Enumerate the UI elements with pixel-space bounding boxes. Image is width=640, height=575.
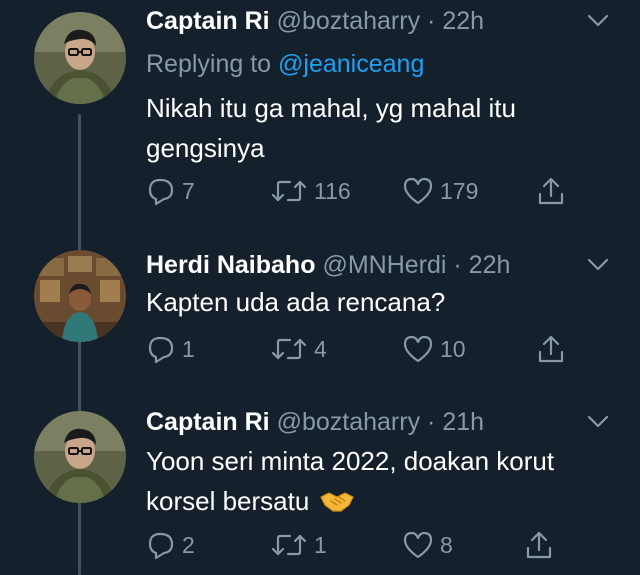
timestamp[interactable]: 22h <box>442 7 484 35</box>
share-button[interactable] <box>536 173 566 209</box>
like-icon <box>403 531 433 559</box>
like-button[interactable]: 179 <box>402 173 478 209</box>
retweet-count: 4 <box>314 335 327 362</box>
action-bar: 7 116 179 <box>146 173 586 209</box>
reply-icon <box>148 532 174 560</box>
share-icon <box>538 335 564 363</box>
tweet-text: Yoon seri minta 2022, doakan korut korse… <box>146 441 616 521</box>
tweet-header: Captain Ri @boztaharry · 22h <box>146 6 484 36</box>
retweet-button[interactable]: 4 <box>270 331 327 367</box>
avatar[interactable] <box>34 411 126 503</box>
reply-count: 7 <box>182 177 195 204</box>
tweet-header: Captain Ri @boztaharry · 21h <box>146 407 484 437</box>
tweet-text-line-wrap: korsel bersatu <box>146 481 616 521</box>
thread-line <box>78 354 81 400</box>
like-icon <box>403 177 433 205</box>
display-name[interactable]: Captain Ri <box>146 408 270 436</box>
retweet-icon <box>271 180 307 202</box>
reply-button[interactable]: 1 <box>146 331 195 367</box>
tweet-text-line: Nikah itu ga mahal, yg mahal itu <box>146 93 516 123</box>
replying-to: Replying to @jeaniceang <box>146 50 424 79</box>
reply-button[interactable]: 7 <box>146 173 195 209</box>
tweet-text-line: Yoon seri minta 2022, doakan korut <box>146 446 555 476</box>
retweet-button[interactable]: 116 <box>270 173 351 209</box>
username[interactable]: @boztaharry <box>277 7 421 35</box>
chevron-down-icon[interactable] <box>586 256 610 272</box>
reply-count: 1 <box>182 335 195 362</box>
retweet-icon <box>271 534 307 556</box>
timestamp[interactable]: 21h <box>442 408 484 436</box>
like-button[interactable]: 8 <box>402 527 453 563</box>
avatar[interactable] <box>34 12 126 104</box>
avatar[interactable] <box>34 250 126 342</box>
like-count: 179 <box>440 177 479 204</box>
tweet-text-line: Kapten uda ada rencana? <box>146 287 446 317</box>
like-icon <box>403 335 433 363</box>
thread-line <box>78 114 81 575</box>
separator-dot: · <box>427 408 436 436</box>
like-button[interactable]: 10 <box>402 331 466 367</box>
tweet-text: Nikah itu ga mahal, yg mahal itu gengsin… <box>146 88 616 168</box>
retweet-count: 1 <box>314 531 327 558</box>
share-button[interactable] <box>536 331 566 367</box>
separator-dot: · <box>427 7 436 35</box>
chevron-down-icon[interactable] <box>586 413 610 429</box>
display-name[interactable]: Herdi Naibaho <box>146 251 315 279</box>
like-count: 10 <box>440 335 466 362</box>
tweet-header: Herdi Naibaho @MNHerdi · 22h <box>146 250 510 280</box>
tweet-text: Kapten uda ada rencana? <box>146 282 616 322</box>
action-bar: 1 4 10 <box>146 331 586 367</box>
retweet-icon <box>271 338 307 360</box>
mention-link[interactable]: @jeaniceang <box>278 50 424 78</box>
retweet-count: 116 <box>314 177 351 204</box>
username[interactable]: @boztaharry <box>277 408 421 436</box>
share-button[interactable] <box>524 527 554 563</box>
like-count: 8 <box>440 531 453 558</box>
reply-button[interactable]: 2 <box>146 527 195 563</box>
replying-to-label: Replying to <box>146 50 272 78</box>
reply-icon <box>148 336 174 364</box>
share-icon <box>526 531 552 559</box>
timestamp[interactable]: 22h <box>469 251 511 279</box>
handshake-emoji <box>320 492 354 512</box>
action-bar: 2 1 8 <box>146 527 586 563</box>
separator-dot: · <box>453 251 462 279</box>
reply-icon <box>148 178 174 206</box>
thread-line <box>78 515 81 575</box>
tweet-text-line: korsel bersatu <box>146 486 310 516</box>
username[interactable]: @MNHerdi <box>322 251 446 279</box>
tweet-text-line: gengsinya <box>146 133 265 163</box>
retweet-button[interactable]: 1 <box>270 527 327 563</box>
chevron-down-icon[interactable] <box>586 12 610 28</box>
reply-count: 2 <box>182 531 195 558</box>
display-name[interactable]: Captain Ri <box>146 7 270 35</box>
share-icon <box>538 177 564 205</box>
